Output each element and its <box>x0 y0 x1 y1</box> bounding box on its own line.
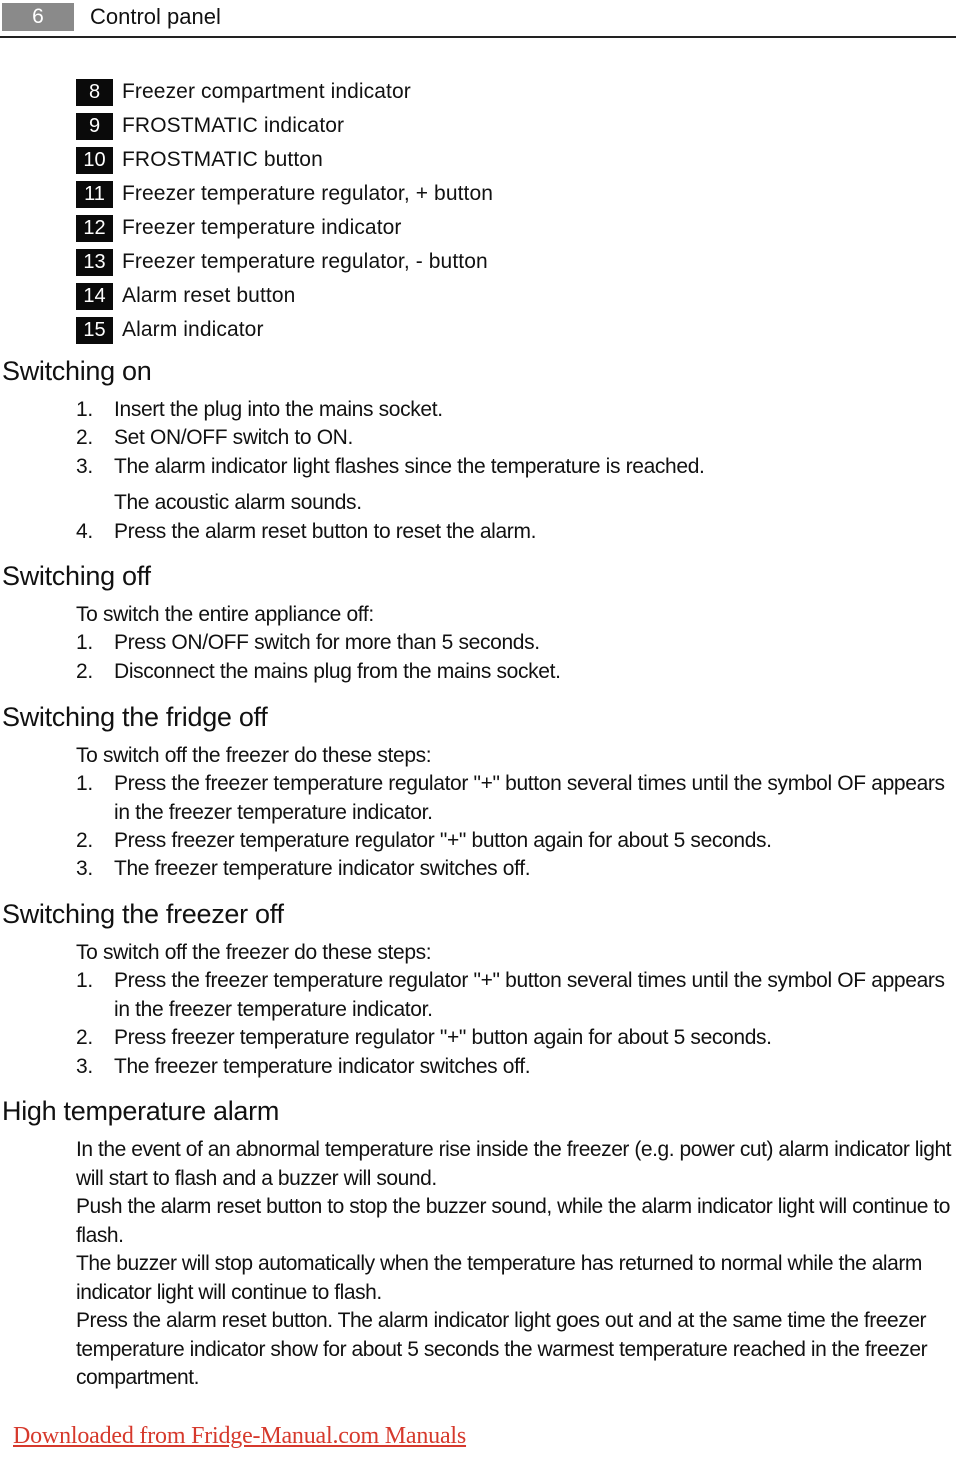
legend-label: FROSTMATIC button <box>122 148 323 171</box>
step-text: The freezer temperature indicator switch… <box>114 1055 531 1078</box>
section-title-fridge-off: Switching the fridge off <box>2 702 268 732</box>
legend-label: Alarm reset button <box>122 284 296 307</box>
footer-download-link[interactable]: Downloaded from Fridge-Manual.com Manual… <box>13 1421 466 1451</box>
step-item: 1. Insert the plug into the mains socket. <box>76 396 956 425</box>
step-number: 1. <box>76 631 93 654</box>
step-text: Press the freezer temperature regulator … <box>114 969 945 1021</box>
step-number: 2. <box>76 829 93 852</box>
page-number: 6 <box>2 3 74 31</box>
legend-item: 12 Freezer temperature indicator <box>76 211 493 245</box>
step-item: 2. Disconnect the mains plug from the mai… <box>76 658 956 687</box>
legend-number-badge: 9 <box>76 112 113 140</box>
step-item: 3. The alarm indicator light flashes sinc… <box>76 453 956 482</box>
section-intro: To switch off the freezer do these steps… <box>76 744 432 767</box>
section-title-switching-on: Switching on <box>2 356 152 386</box>
step-number: 2. <box>76 660 93 683</box>
legend-number-badge: 11 <box>76 180 113 208</box>
step-item: 2. Press freezer temperature regulator "+… <box>76 1024 956 1053</box>
step-item: 1. Press ON/OFF switch for more than 5 se… <box>76 629 956 658</box>
step-item: 1. Press the freezer temperature regulato… <box>76 770 956 827</box>
paragraph: In the event of an abnormal temperature … <box>76 1138 952 1190</box>
legend-number-badge: 10 <box>76 146 113 174</box>
step-number: 4. <box>76 520 93 543</box>
page-title: Control panel <box>90 4 221 29</box>
paragraph: Push the alarm reset button to stop the … <box>76 1195 950 1247</box>
step-number: 1. <box>76 398 93 421</box>
step-text: Press ON/OFF switch for more than 5 seco… <box>114 631 540 654</box>
step-text: Disconnect the mains plug from the mains… <box>114 660 561 683</box>
legend-number-badge: 8 <box>76 78 113 106</box>
step-text: Press the alarm reset button to reset th… <box>114 520 537 543</box>
legend-item: 9 FROSTMATIC indicator <box>76 109 493 143</box>
legend-label: Freezer compartment indicator <box>122 80 411 103</box>
step-number: 1. <box>76 969 93 992</box>
step-number: 3. <box>76 455 93 478</box>
legend-item: 8 Freezer compartment indicator <box>76 75 493 109</box>
paragraph: The buzzer will stop automatically when … <box>76 1252 922 1304</box>
control-panel-legend: 8 Freezer compartment indicator 9 FROSTMAT… <box>76 75 493 347</box>
step-number: 2. <box>76 426 93 449</box>
section-title-switching-off: Switching off <box>2 561 151 591</box>
legend-number-badge: 12 <box>76 214 113 242</box>
legend-label: Freezer temperature indicator <box>122 216 402 239</box>
step-number: 3. <box>76 857 93 880</box>
legend-number-badge: 13 <box>76 248 113 276</box>
page-header: 6 Control panel <box>0 0 956 38</box>
section-title-high-temperature-alarm: High temperature alarm <box>2 1096 280 1126</box>
section-intro: To switch off the freezer do these steps… <box>76 941 432 964</box>
legend-item: 14 Alarm reset button <box>76 279 493 313</box>
legend-item: 11 Freezer temperature regulator, + butto… <box>76 177 493 211</box>
legend-number-badge: 14 <box>76 282 113 310</box>
legend-label: Freezer temperature regulator, - button <box>122 250 488 273</box>
section-intro: To switch the entire appliance off: <box>76 603 374 626</box>
step-number: 1. <box>76 772 93 795</box>
legend-label: FROSTMATIC indicator <box>122 114 345 137</box>
step-number: 2. <box>76 1026 93 1049</box>
step-item: 1. Press the freezer temperature regulato… <box>76 967 956 1024</box>
step-number: 3. <box>76 1055 93 1078</box>
step-text: Set ON/OFF switch to ON. <box>114 426 353 449</box>
step-item: 2. Press freezer temperature regulator "+… <box>76 827 956 856</box>
step-text: Press freezer temperature regulator "+" … <box>114 829 772 852</box>
step-text: Press freezer temperature regulator "+" … <box>114 1026 772 1049</box>
step-item: 2. Set ON/OFF switch to ON. <box>76 424 956 453</box>
legend-item: 15 Alarm indicator <box>76 313 493 347</box>
legend-item: 10 FROSTMATIC button <box>76 143 493 177</box>
step-continuation: The acoustic alarm sounds. <box>76 489 956 518</box>
legend-label: Alarm indicator <box>122 318 264 341</box>
step-text: Insert the plug into the mains socket. <box>114 398 443 421</box>
step-text: The acoustic alarm sounds. <box>114 491 362 514</box>
legend-item: 13 Freezer temperature regulator, - butto… <box>76 245 493 279</box>
step-text: The freezer temperature indicator switch… <box>114 857 531 880</box>
step-text: Press the freezer temperature regulator … <box>114 772 945 824</box>
section-title-freezer-off: Switching the freezer off <box>2 899 284 929</box>
legend-label: Freezer temperature regulator, + button <box>122 182 494 205</box>
legend-number-badge: 15 <box>76 316 113 344</box>
step-item: 4. Press the alarm reset button to reset … <box>76 518 956 547</box>
step-item: 3. The freezer temperature indicator swit… <box>76 855 956 884</box>
step-text: The alarm indicator light flashes since … <box>114 455 705 478</box>
step-item: 3. The freezer temperature indicator swit… <box>76 1053 956 1082</box>
paragraph: Press the alarm reset button. The alarm … <box>76 1309 928 1390</box>
